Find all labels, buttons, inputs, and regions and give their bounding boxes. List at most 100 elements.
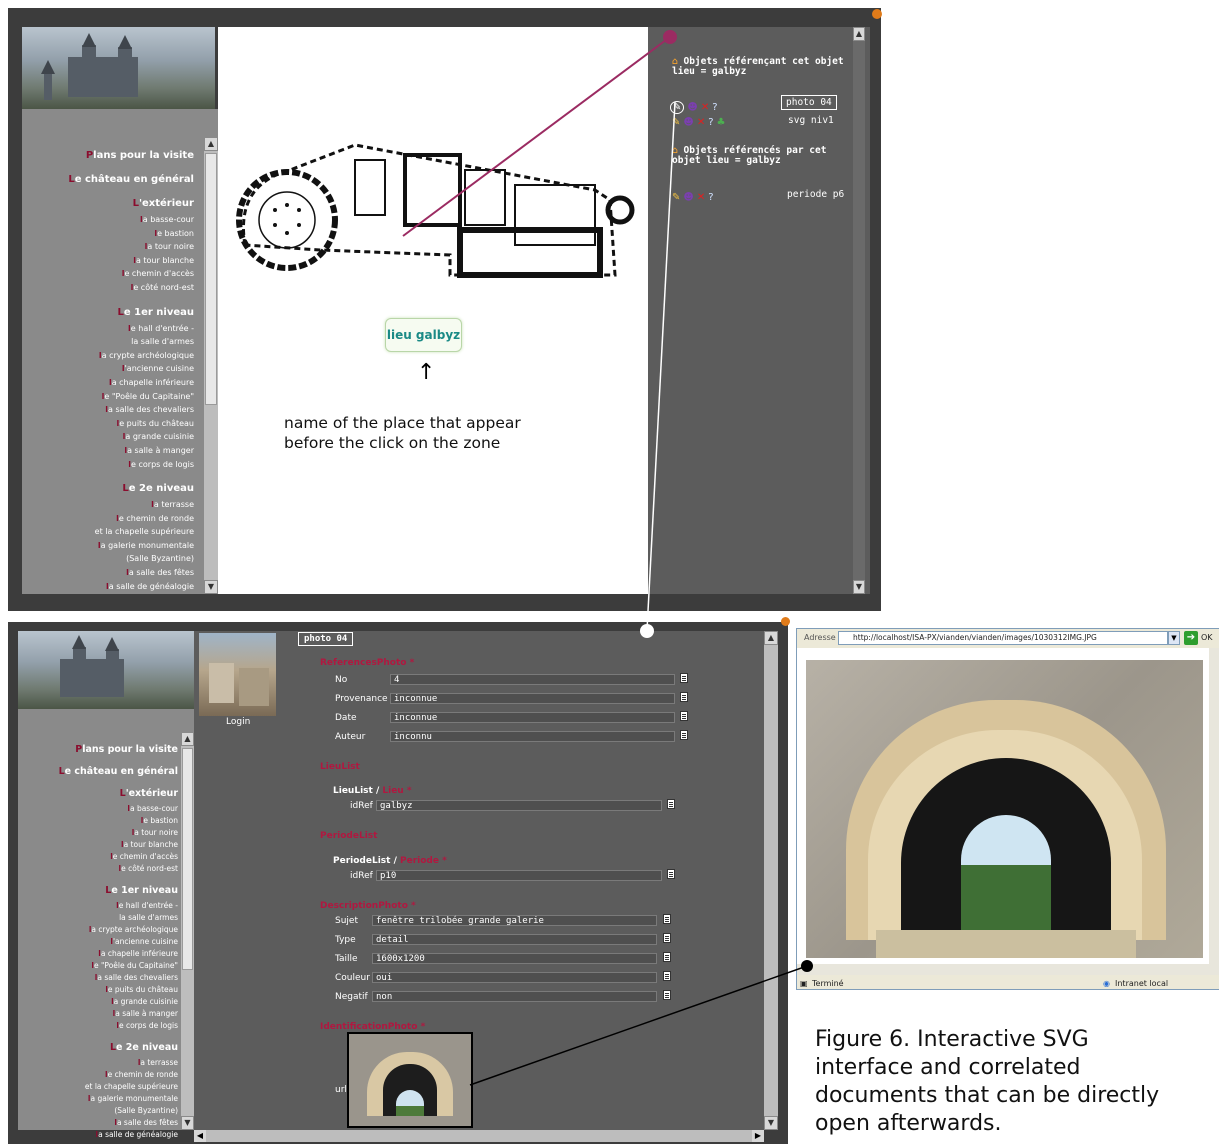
nav-item[interactable]: la tour noire xyxy=(18,827,178,839)
nav-item[interactable]: le puits du château xyxy=(18,984,178,996)
top-sidebar-scrollbar[interactable]: ▲ ▼ xyxy=(204,137,218,594)
nav-item[interactable]: le chemin de ronde xyxy=(22,512,194,526)
nav-item[interactable]: la crypte archéologique xyxy=(22,349,194,363)
photo-04-link[interactable]: photo 04 xyxy=(781,95,837,110)
nav-item[interactable]: la tour noire xyxy=(22,240,194,254)
nav-item[interactable]: (Salle Byzantine) xyxy=(22,552,194,566)
nav-item[interactable]: la salle des fêtes xyxy=(18,1117,178,1129)
photo-thumbnail[interactable] xyxy=(347,1032,473,1128)
nav-item[interactable]: la terrasse xyxy=(22,498,194,512)
scroll-down-icon[interactable]: ▼ xyxy=(204,580,218,594)
form-scrollbar[interactable]: ▲ ▼ xyxy=(764,631,778,1130)
scroll-up-icon[interactable]: ▲ xyxy=(853,27,865,41)
browser-vscrollbar[interactable] xyxy=(1209,648,1219,964)
nav-item[interactable]: le puits du château xyxy=(22,417,194,431)
nav-item[interactable]: et la chapelle supérieure xyxy=(22,525,194,539)
field-input[interactable]: fenêtre trilobée grande galerie xyxy=(372,915,657,926)
courtyard-thumbnail[interactable] xyxy=(199,633,276,716)
panel-scrollbar[interactable]: ▲ ▼ xyxy=(853,27,865,594)
document-icon[interactable] xyxy=(663,914,671,924)
nav-item[interactable]: l'ancienne cuisine xyxy=(18,936,178,948)
scroll-left-icon[interactable]: ◀ xyxy=(194,1130,206,1142)
nav-item[interactable]: la chapelle inférieure xyxy=(18,948,178,960)
scroll-up-icon[interactable]: ▲ xyxy=(204,137,218,151)
nav-item[interactable]: et la chapelle supérieure xyxy=(18,1081,178,1093)
nav-section-heading[interactable]: Le 1er niveau xyxy=(18,885,178,897)
castle-floor-plan[interactable] xyxy=(225,125,645,295)
nav-section-heading[interactable]: Le 1er niveau xyxy=(22,307,194,319)
nav-item[interactable]: la salle à manger xyxy=(22,444,194,458)
nav-section-heading[interactable]: Plans pour la visite xyxy=(22,150,194,162)
nav-item[interactable]: la salle des fêtes xyxy=(22,566,194,580)
nav-item[interactable]: (Salle Byzantine) xyxy=(18,1105,178,1117)
nav-item[interactable]: la crypte archéologique xyxy=(18,924,178,936)
nav-item[interactable]: la basse-cour xyxy=(18,803,178,815)
nav-item[interactable]: la salle des chevaliers xyxy=(18,972,178,984)
nav-section-heading[interactable]: Le 2e niveau xyxy=(22,483,194,495)
document-icon[interactable] xyxy=(680,711,688,721)
nav-section-heading[interactable]: L'extérieur xyxy=(18,788,178,800)
browser-hscrollbar[interactable] xyxy=(797,964,1219,975)
nav-item[interactable]: la salle des chevaliers xyxy=(22,403,194,417)
nav-item[interactable]: la salle d'armes xyxy=(22,335,194,349)
nav-item[interactable]: la salle d'armes xyxy=(18,912,178,924)
document-icon[interactable] xyxy=(663,933,671,943)
nav-section-heading[interactable]: Le château en général xyxy=(18,766,178,778)
nav-item[interactable]: le corps de logis xyxy=(18,1020,178,1032)
chevron-down-icon[interactable]: ▼ xyxy=(1168,631,1180,645)
scroll-thumb[interactable] xyxy=(205,153,217,405)
delete-icon[interactable]: ✕ xyxy=(697,192,705,203)
scroll-right-icon[interactable]: ▶ xyxy=(752,1130,764,1142)
edit-icon[interactable]: ✎ xyxy=(672,117,680,128)
scroll-down-icon[interactable]: ▼ xyxy=(764,1116,778,1130)
document-icon[interactable] xyxy=(680,673,688,683)
nav-section-heading[interactable]: Plans pour la visite xyxy=(18,744,178,756)
user-icon[interactable]: ☻ xyxy=(683,117,693,128)
field-input[interactable]: 4 xyxy=(390,674,675,685)
scroll-up-icon[interactable]: ▲ xyxy=(764,631,778,645)
nav-item[interactable]: la tour blanche xyxy=(22,254,194,268)
nav-item[interactable]: le côté nord-est xyxy=(22,281,194,295)
scroll-up-icon[interactable]: ▲ xyxy=(181,732,194,746)
svg-niv1-link[interactable]: svg niv1 xyxy=(788,115,834,126)
document-icon[interactable] xyxy=(667,799,675,809)
svg-plan-area[interactable] xyxy=(218,27,648,594)
nav-item[interactable]: l'ancienne cuisine xyxy=(22,362,194,376)
horizontal-scrollbar[interactable]: ◀ ▶ xyxy=(194,1130,764,1142)
document-icon[interactable] xyxy=(667,869,675,879)
bottom-sidebar-scrollbar[interactable]: ▲ ▼ xyxy=(181,732,194,1130)
nav-item[interactable]: la galerie monumentale xyxy=(18,1093,178,1105)
field-input[interactable]: detail xyxy=(372,934,657,945)
scroll-thumb[interactable] xyxy=(182,748,193,970)
document-icon[interactable] xyxy=(680,730,688,740)
scroll-down-icon[interactable]: ▼ xyxy=(853,580,865,594)
nav-item[interactable]: la salle de généalogie xyxy=(22,580,194,594)
home-icon[interactable] xyxy=(781,617,790,626)
user-icon[interactable]: ☻ xyxy=(683,192,693,203)
nav-item[interactable]: le corps de logis xyxy=(22,458,194,472)
nav-item[interactable]: le "Poêle du Capitaine" xyxy=(22,390,194,404)
nav-item[interactable]: le "Poêle du Capitaine" xyxy=(18,960,178,972)
delete-icon[interactable]: ✕ xyxy=(697,117,705,128)
nav-item[interactable]: le chemin de ronde xyxy=(18,1069,178,1081)
lieu-idref-input[interactable]: galbyz xyxy=(376,800,662,811)
nav-item[interactable]: le hall d'entrée - xyxy=(18,900,178,912)
document-icon[interactable] xyxy=(663,952,671,962)
nav-item[interactable]: la terrasse xyxy=(18,1057,178,1069)
go-button-label[interactable]: OK xyxy=(1201,633,1213,642)
go-arrow-icon[interactable]: ➔ xyxy=(1184,631,1198,645)
nav-section-heading[interactable]: L'extérieur xyxy=(22,198,194,210)
periode-idref-input[interactable]: p10 xyxy=(376,870,662,881)
nav-section-heading[interactable]: Le château en général xyxy=(22,174,194,186)
nav-item[interactable]: le côté nord-est xyxy=(18,863,178,875)
nav-item[interactable]: la grande cuisinie xyxy=(18,996,178,1008)
nav-item[interactable]: la grande cuisinie xyxy=(22,430,194,444)
help-icon[interactable]: ? xyxy=(708,192,713,203)
address-bar-input[interactable]: http://localhost/ISA-PX/vianden/vianden/… xyxy=(838,631,1168,645)
home-icon[interactable] xyxy=(872,9,882,19)
nav-item[interactable]: le bastion xyxy=(22,227,194,241)
nav-item[interactable]: le bastion xyxy=(18,815,178,827)
scroll-down-icon[interactable]: ▼ xyxy=(181,1116,194,1130)
document-icon[interactable] xyxy=(663,990,671,1000)
help-icon[interactable]: ? xyxy=(708,117,713,128)
